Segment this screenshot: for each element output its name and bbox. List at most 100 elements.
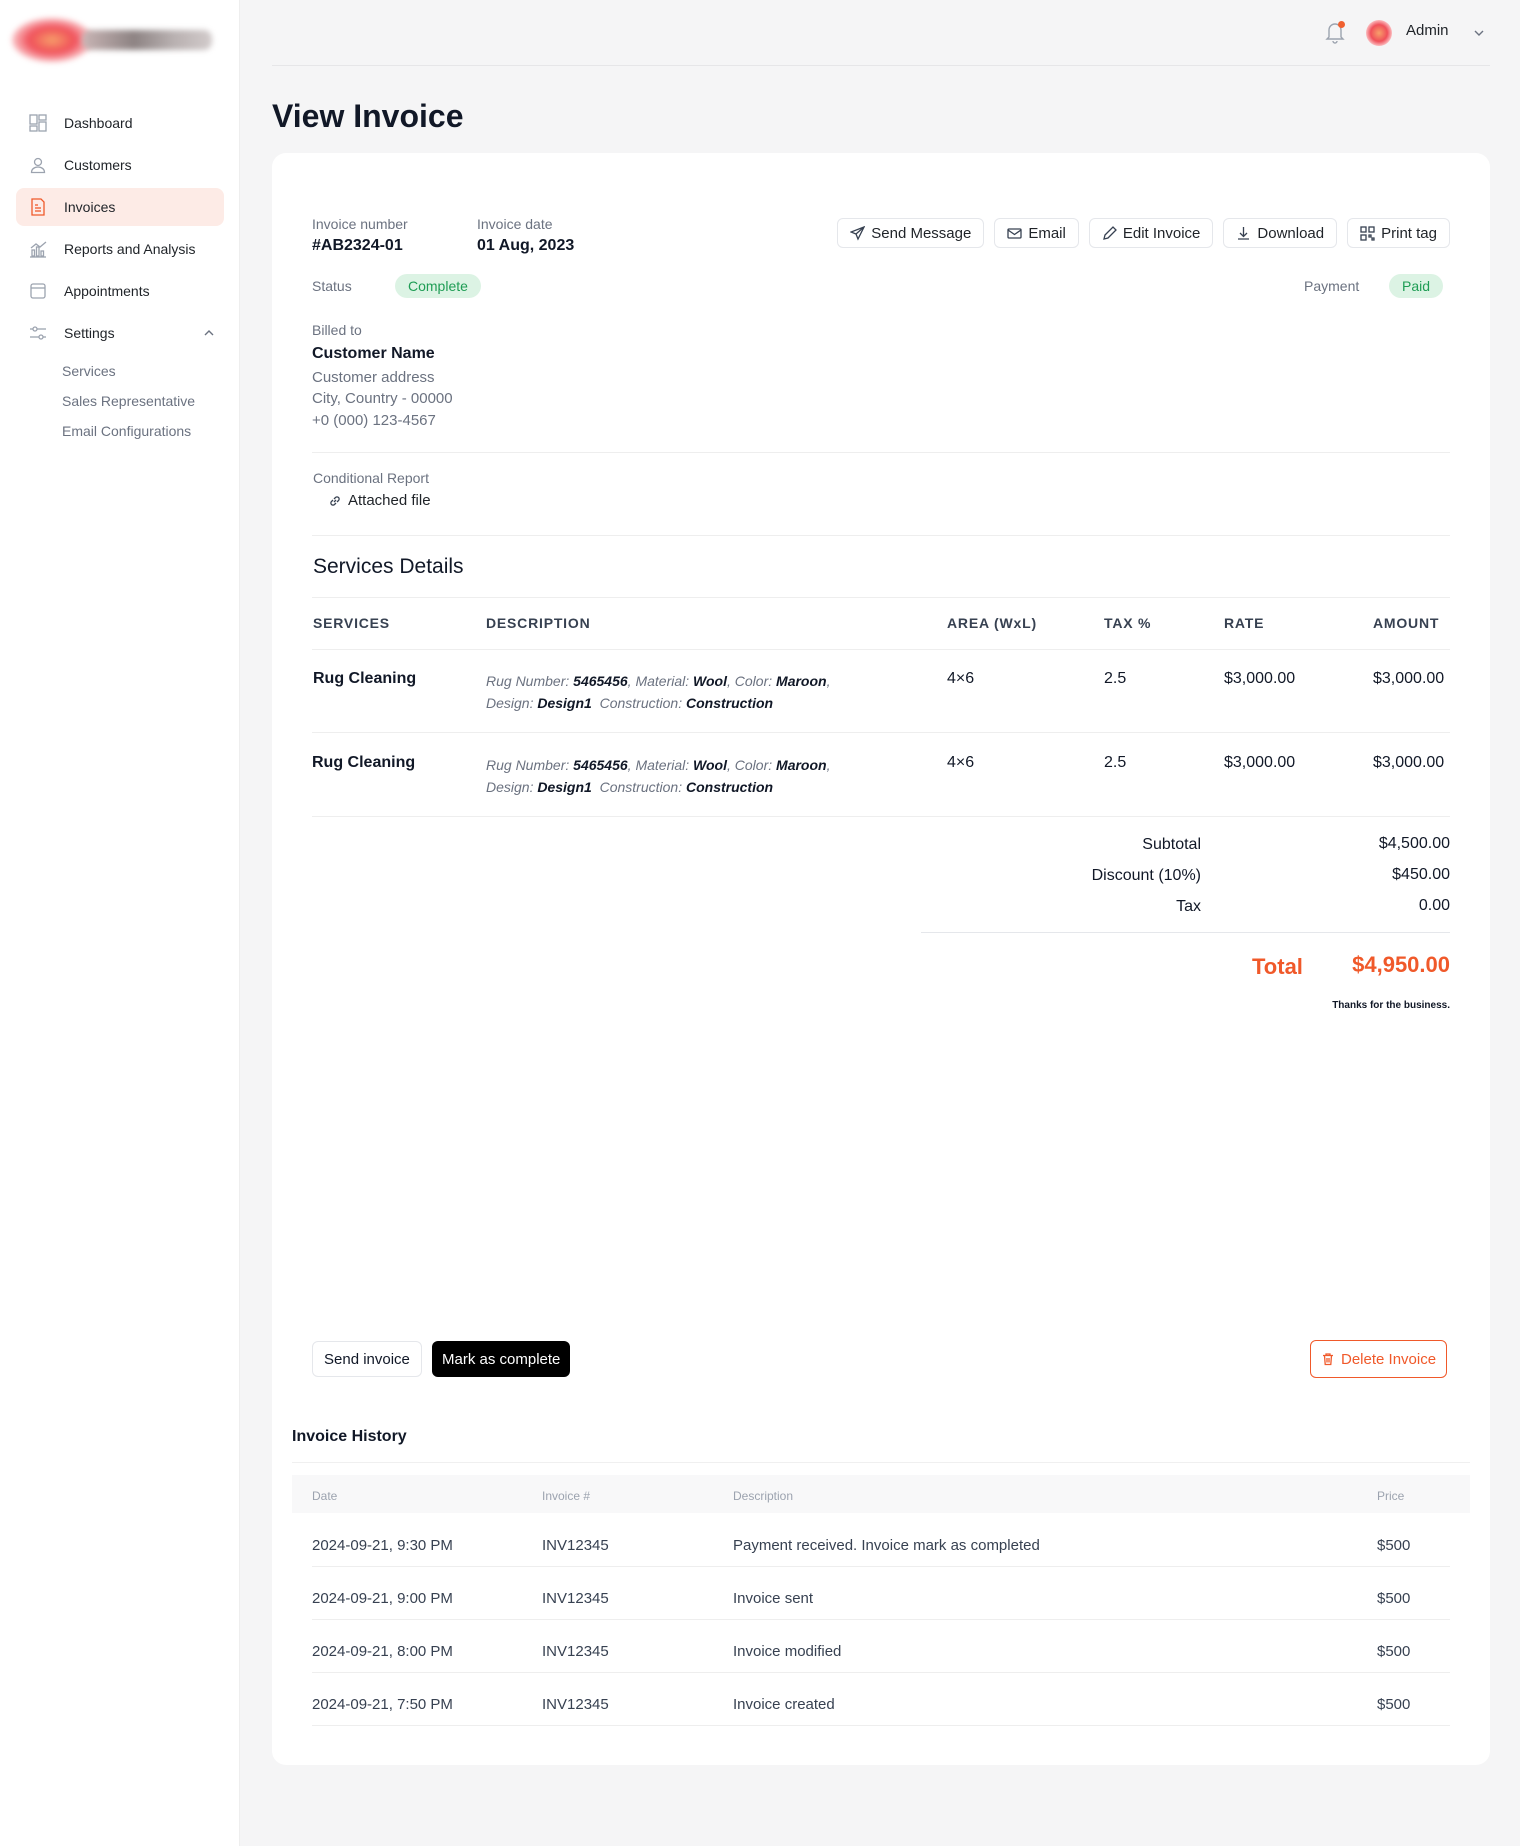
service-name: Rug Cleaning <box>312 754 416 771</box>
sidebar: Dashboard Customers Invoices Reports and… <box>0 0 240 1846</box>
sidebar-item-label: Customers <box>64 157 132 173</box>
invoice-icon <box>31 198 45 216</box>
sliders-icon <box>30 326 46 340</box>
service-amount: $3,000.00 <box>1373 754 1445 771</box>
trash-icon <box>1323 1353 1333 1366</box>
payment-badge: Paid <box>1389 274 1444 298</box>
history-col-invoice: Invoice # <box>542 1489 591 1503</box>
billed-to-label: Billed to <box>312 322 362 338</box>
send-invoice-button[interactable]: Send invoice <box>312 1341 422 1377</box>
history-price: $500 <box>1377 1537 1411 1554</box>
col-header-services: SERVICES <box>313 615 390 631</box>
thanks-note: Thanks for the business. <box>1332 1000 1450 1011</box>
notification-dot <box>1338 21 1345 28</box>
total-divider <box>921 932 1450 933</box>
history-price: $500 <box>1377 1696 1411 1713</box>
download-button[interactable]: Download <box>1223 218 1338 248</box>
mail-icon <box>1007 227 1022 239</box>
col-header-tax: TAX % <box>1104 615 1152 631</box>
brand-logo[interactable] <box>12 14 212 66</box>
avatar[interactable] <box>1366 20 1392 46</box>
chevron-down-icon[interactable] <box>1472 26 1486 40</box>
edit-invoice-label: Edit Invoice <box>1122 224 1201 242</box>
subtotal-value: $4,500.00 <box>1378 835 1450 852</box>
invoice-actions: Send Message Email Edit Invoice Download… <box>837 218 1450 248</box>
sidebar-item-label: Invoices <box>64 199 116 215</box>
discount-value: $450.00 <box>1392 866 1450 883</box>
history-row-divider <box>312 1566 1450 1567</box>
service-amount: $3,000.00 <box>1373 670 1445 687</box>
total-value: $4,950.00 <box>1352 952 1450 977</box>
sidebar-item-appointments[interactable]: Appointments <box>16 272 224 310</box>
history-title: Invoice History <box>292 1428 407 1445</box>
settings-sub-email-config[interactable]: Email Configurations <box>16 416 224 446</box>
conditional-report-label: Conditional Report <box>313 470 429 486</box>
customer-address: Customer address <box>312 369 435 386</box>
download-icon <box>1238 226 1250 240</box>
sidebar-item-label: Dashboard <box>64 115 133 131</box>
top-bar: Admin <box>272 0 1490 66</box>
send-icon <box>850 225 866 241</box>
invoice-number-label: Invoice number <box>312 216 408 232</box>
service-rate: $3,000.00 <box>1224 754 1296 771</box>
sidebar-item-settings[interactable]: Settings <box>16 314 224 352</box>
service-tax: 2.5 <box>1104 754 1127 771</box>
history-divider <box>292 1462 1470 1463</box>
history-description: Invoice modified <box>733 1643 842 1660</box>
tax-value: 0.00 <box>1418 897 1450 914</box>
chart-icon <box>30 241 47 258</box>
settings-sub-services[interactable]: Services <box>16 356 224 386</box>
status-label: Status <box>312 278 352 294</box>
subtotal-label: Subtotal <box>1142 836 1201 853</box>
delete-invoice-label: Delete Invoice <box>1341 1350 1437 1368</box>
download-label: Download <box>1257 224 1325 242</box>
customer-city: City, Country - 00000 <box>312 390 453 407</box>
edit-invoice-button[interactable]: Edit Invoice <box>1088 218 1214 248</box>
history-row-divider <box>312 1672 1450 1673</box>
notification-bell-icon[interactable] <box>1324 20 1346 44</box>
email-button[interactable]: Email <box>994 218 1079 248</box>
invoice-number: #AB2324-01 <box>312 237 403 254</box>
settings-sub-sales-rep[interactable]: Sales Representative <box>16 386 224 416</box>
invoice-card: Invoice number #AB2324-01 Invoice date 0… <box>272 153 1490 1765</box>
pencil-icon <box>1102 225 1117 240</box>
sidebar-item-invoices[interactable]: Invoices <box>16 188 224 226</box>
sidebar-item-dashboard[interactable]: Dashboard <box>16 104 224 142</box>
col-header-description: DESCRIPTION <box>486 615 591 631</box>
services-title: Services Details <box>313 555 464 578</box>
total-label: Total <box>1252 954 1303 979</box>
history-col-date: Date <box>312 1489 338 1503</box>
invoice-date: 01 Aug, 2023 <box>477 237 575 254</box>
sidebar-item-label: Reports and Analysis <box>64 241 196 257</box>
table-header-divider <box>312 649 1450 650</box>
send-message-button[interactable]: Send Message <box>837 218 985 248</box>
service-description: Rug Number: 5465456, Material: Wool, Col… <box>486 757 831 795</box>
service-rate: $3,000.00 <box>1224 670 1296 687</box>
row-divider <box>312 816 1450 817</box>
history-header-bar <box>292 1475 1470 1513</box>
dashboard-icon <box>29 114 47 132</box>
sidebar-item-customers[interactable]: Customers <box>16 146 224 184</box>
section-divider <box>312 535 1450 536</box>
row-divider <box>312 732 1450 733</box>
calendar-icon <box>30 283 46 299</box>
print-tag-label: Print tag <box>1381 224 1437 242</box>
customer-phone: +0 (000) 123-4567 <box>312 412 436 429</box>
attached-file-link[interactable]: Attached file <box>328 492 431 509</box>
mark-complete-button[interactable]: Mark as complete <box>432 1341 571 1377</box>
tax-label: Tax <box>1176 898 1201 915</box>
sidebar-item-reports[interactable]: Reports and Analysis <box>16 230 224 268</box>
history-date: 2024-09-21, 8:00 PM <box>312 1643 453 1660</box>
service-name: Rug Cleaning <box>313 670 417 687</box>
qr-code-icon <box>1360 225 1375 241</box>
print-tag-button[interactable]: Print tag <box>1347 218 1450 248</box>
user-name[interactable]: Admin <box>1406 22 1449 39</box>
chevron-up-icon[interactable] <box>202 326 216 340</box>
delete-invoice-button[interactable]: Delete Invoice <box>1310 1340 1448 1378</box>
history-col-description: Description <box>733 1489 794 1503</box>
service-tax: 2.5 <box>1104 670 1127 687</box>
sidebar-nav: Dashboard Customers Invoices Reports and… <box>16 104 224 446</box>
send-message-label: Send Message <box>871 224 972 242</box>
user-icon <box>30 157 46 174</box>
discount-label: Discount (10%) <box>1091 867 1201 884</box>
